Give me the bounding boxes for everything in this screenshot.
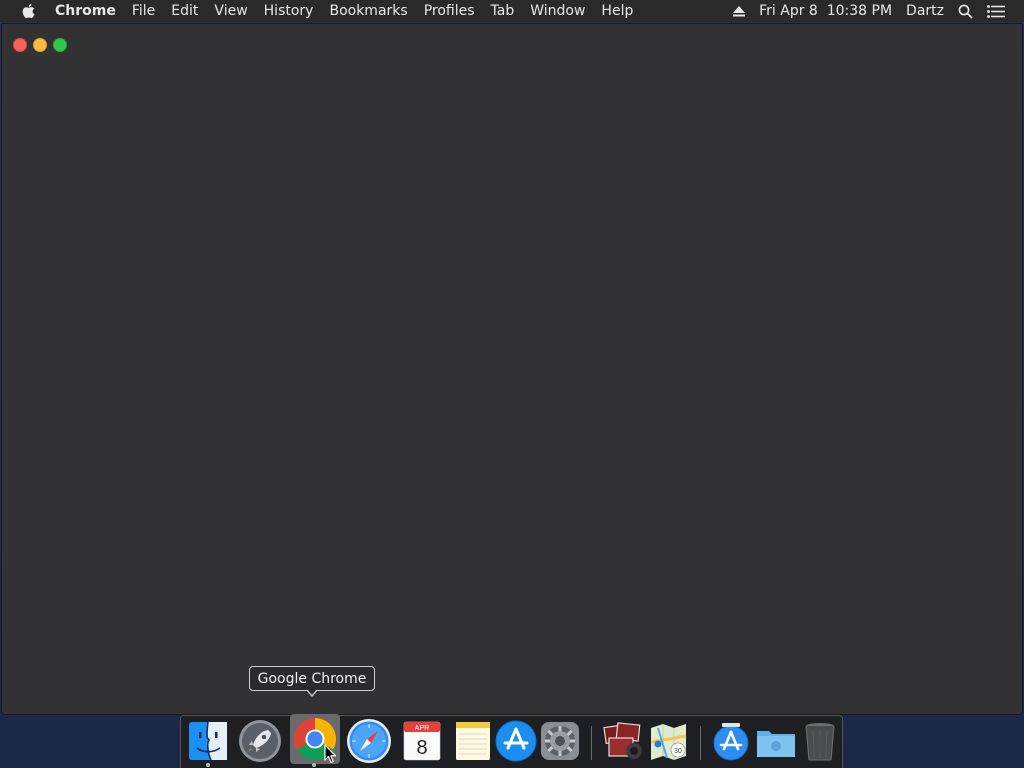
menu-view[interactable]: View: [206, 0, 255, 22]
menu-bookmarks[interactable]: Bookmarks: [321, 0, 415, 22]
eject-icon[interactable]: [726, 0, 752, 22]
calendar-icon[interactable]: APR 8: [399, 718, 445, 764]
menu-file[interactable]: File: [124, 0, 163, 22]
chrome-running-indicator: [312, 763, 316, 767]
finder-icon[interactable]: [185, 718, 231, 764]
folder-icon[interactable]: [753, 718, 799, 764]
trash-icon[interactable]: [797, 718, 843, 764]
safari-compass-icon[interactable]: [346, 718, 392, 764]
downloads-stack-icon[interactable]: [708, 718, 754, 764]
clock[interactable]: Fri Apr 8 10:38 PM: [752, 0, 899, 22]
dock: APR 8 30: [180, 714, 843, 768]
dock-separator-2: [700, 726, 701, 760]
photo-booth-icon[interactable]: [601, 718, 647, 764]
window-zoom-button[interactable]: [53, 38, 67, 52]
dock-separator: [591, 726, 592, 760]
notification-center-icon[interactable]: [980, 0, 1012, 22]
desktop: Chrome File Edit View History Bookmarks …: [0, 0, 1024, 768]
chrome-window: [1, 23, 1023, 715]
spotlight-search-icon[interactable]: [951, 0, 980, 22]
apple-logo-icon[interactable]: [21, 3, 35, 19]
window-minimize-button[interactable]: [33, 38, 47, 52]
menu-window[interactable]: Window: [522, 0, 593, 22]
notes-icon[interactable]: [450, 718, 496, 764]
finder-running-indicator: [206, 763, 210, 767]
menu-edit[interactable]: Edit: [163, 0, 206, 22]
system-preferences-gear-icon[interactable]: [537, 718, 583, 764]
menu-profiles[interactable]: Profiles: [416, 0, 483, 22]
dock-tooltip: Google Chrome: [249, 666, 375, 697]
window-close-button[interactable]: [13, 38, 27, 52]
menu-help[interactable]: Help: [593, 0, 641, 22]
launchpad-rocket-icon[interactable]: [237, 718, 283, 764]
calendar-day: 8: [416, 737, 427, 759]
menu-tab[interactable]: Tab: [483, 0, 523, 22]
mouse-cursor-icon: [324, 744, 337, 764]
app-store-icon[interactable]: [493, 718, 539, 764]
calendar-month: APR: [415, 725, 429, 732]
user-name[interactable]: Dartz: [899, 0, 951, 22]
menu-history[interactable]: History: [256, 0, 322, 22]
svg-text:30: 30: [674, 748, 682, 755]
menu-bar: Chrome File Edit View History Bookmarks …: [0, 0, 1024, 22]
menu-app-name[interactable]: Chrome: [49, 0, 124, 22]
maps-icon[interactable]: 30: [645, 718, 691, 764]
